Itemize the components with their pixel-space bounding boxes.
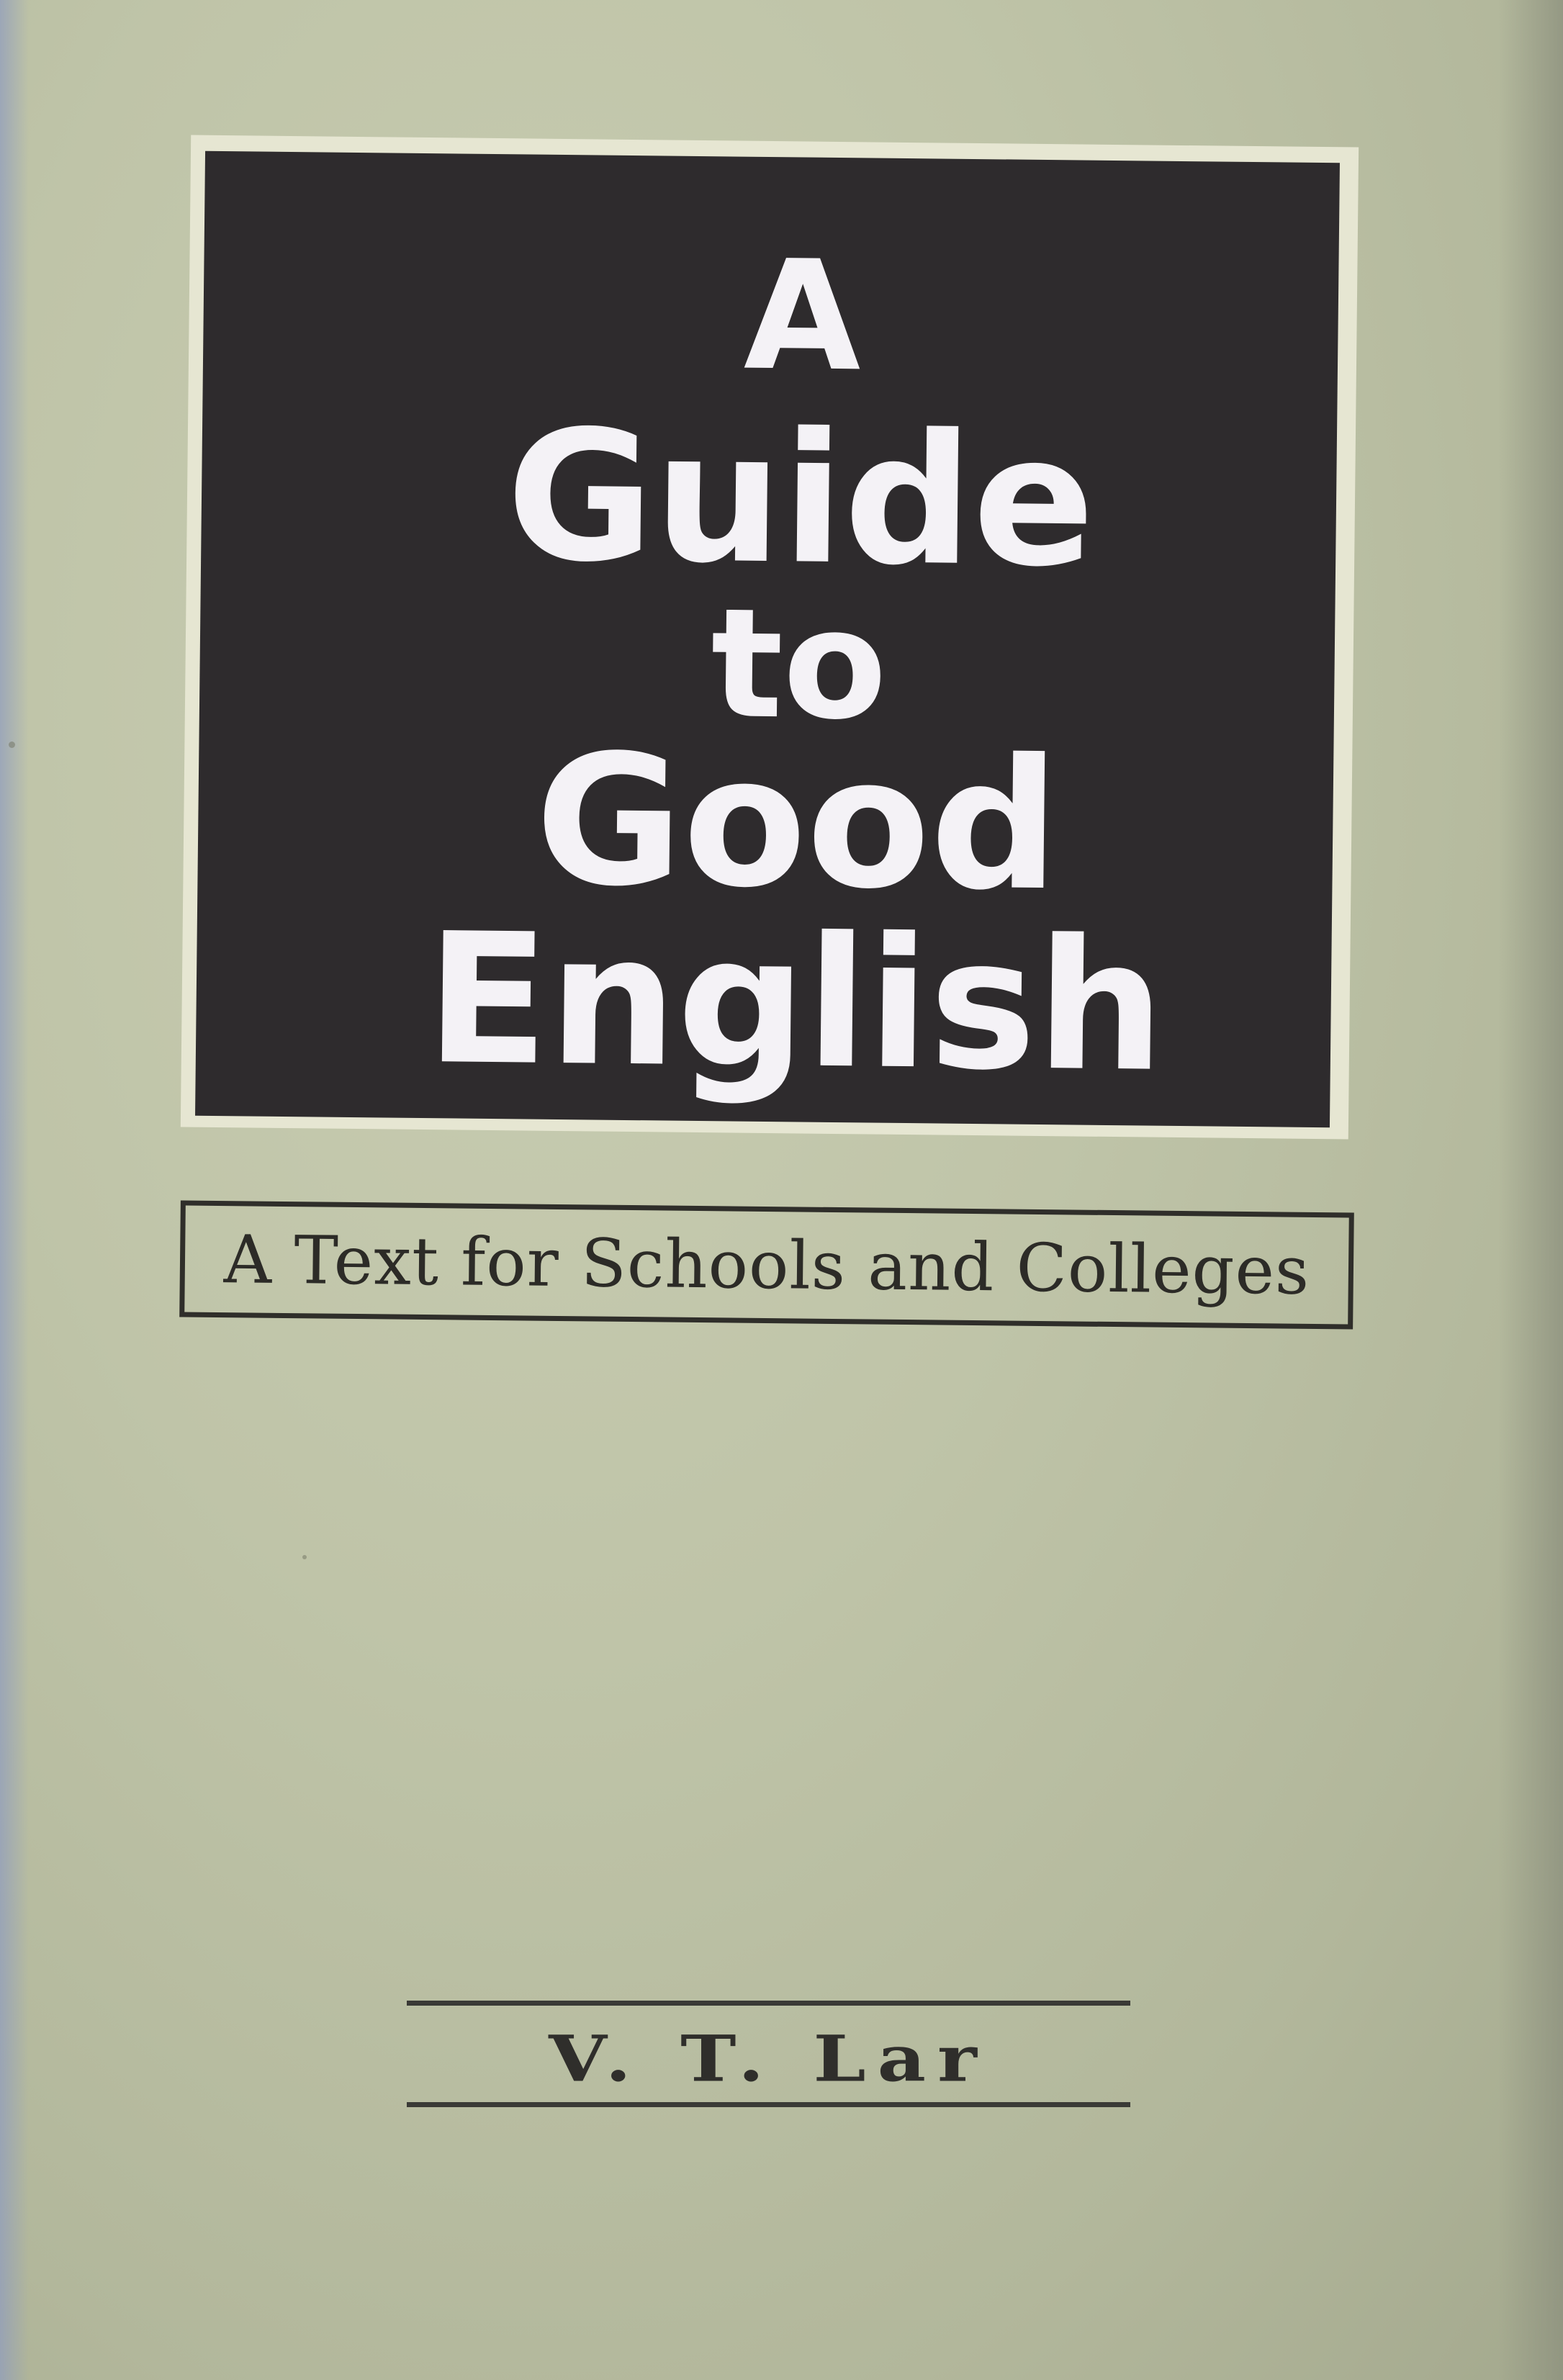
cover-speck: [9, 742, 15, 748]
title-panel: A Guide to Good English: [195, 150, 1340, 1128]
cover-edge-shadow-left: [0, 0, 29, 2380]
author-rule-bottom: [407, 2102, 1130, 2107]
author-name: V. T. Lar: [549, 2021, 988, 2096]
title-line-5: English: [425, 894, 1166, 1112]
cover-speck: [302, 1555, 307, 1559]
cover-edge-shadow-right: [1498, 0, 1563, 2380]
title-line-4: Good: [533, 715, 1060, 931]
subtitle: A Text for Schools and Colleges: [223, 1220, 1310, 1310]
author-rule-top: [407, 2001, 1130, 2006]
title-line-2: Guide: [505, 391, 1096, 607]
title-line-1: A: [743, 227, 862, 405]
subtitle-box: A Text for Schools and Colleges: [179, 1200, 1354, 1330]
book-cover: A Guide to Good English A Text for Schoo…: [0, 0, 1563, 2380]
